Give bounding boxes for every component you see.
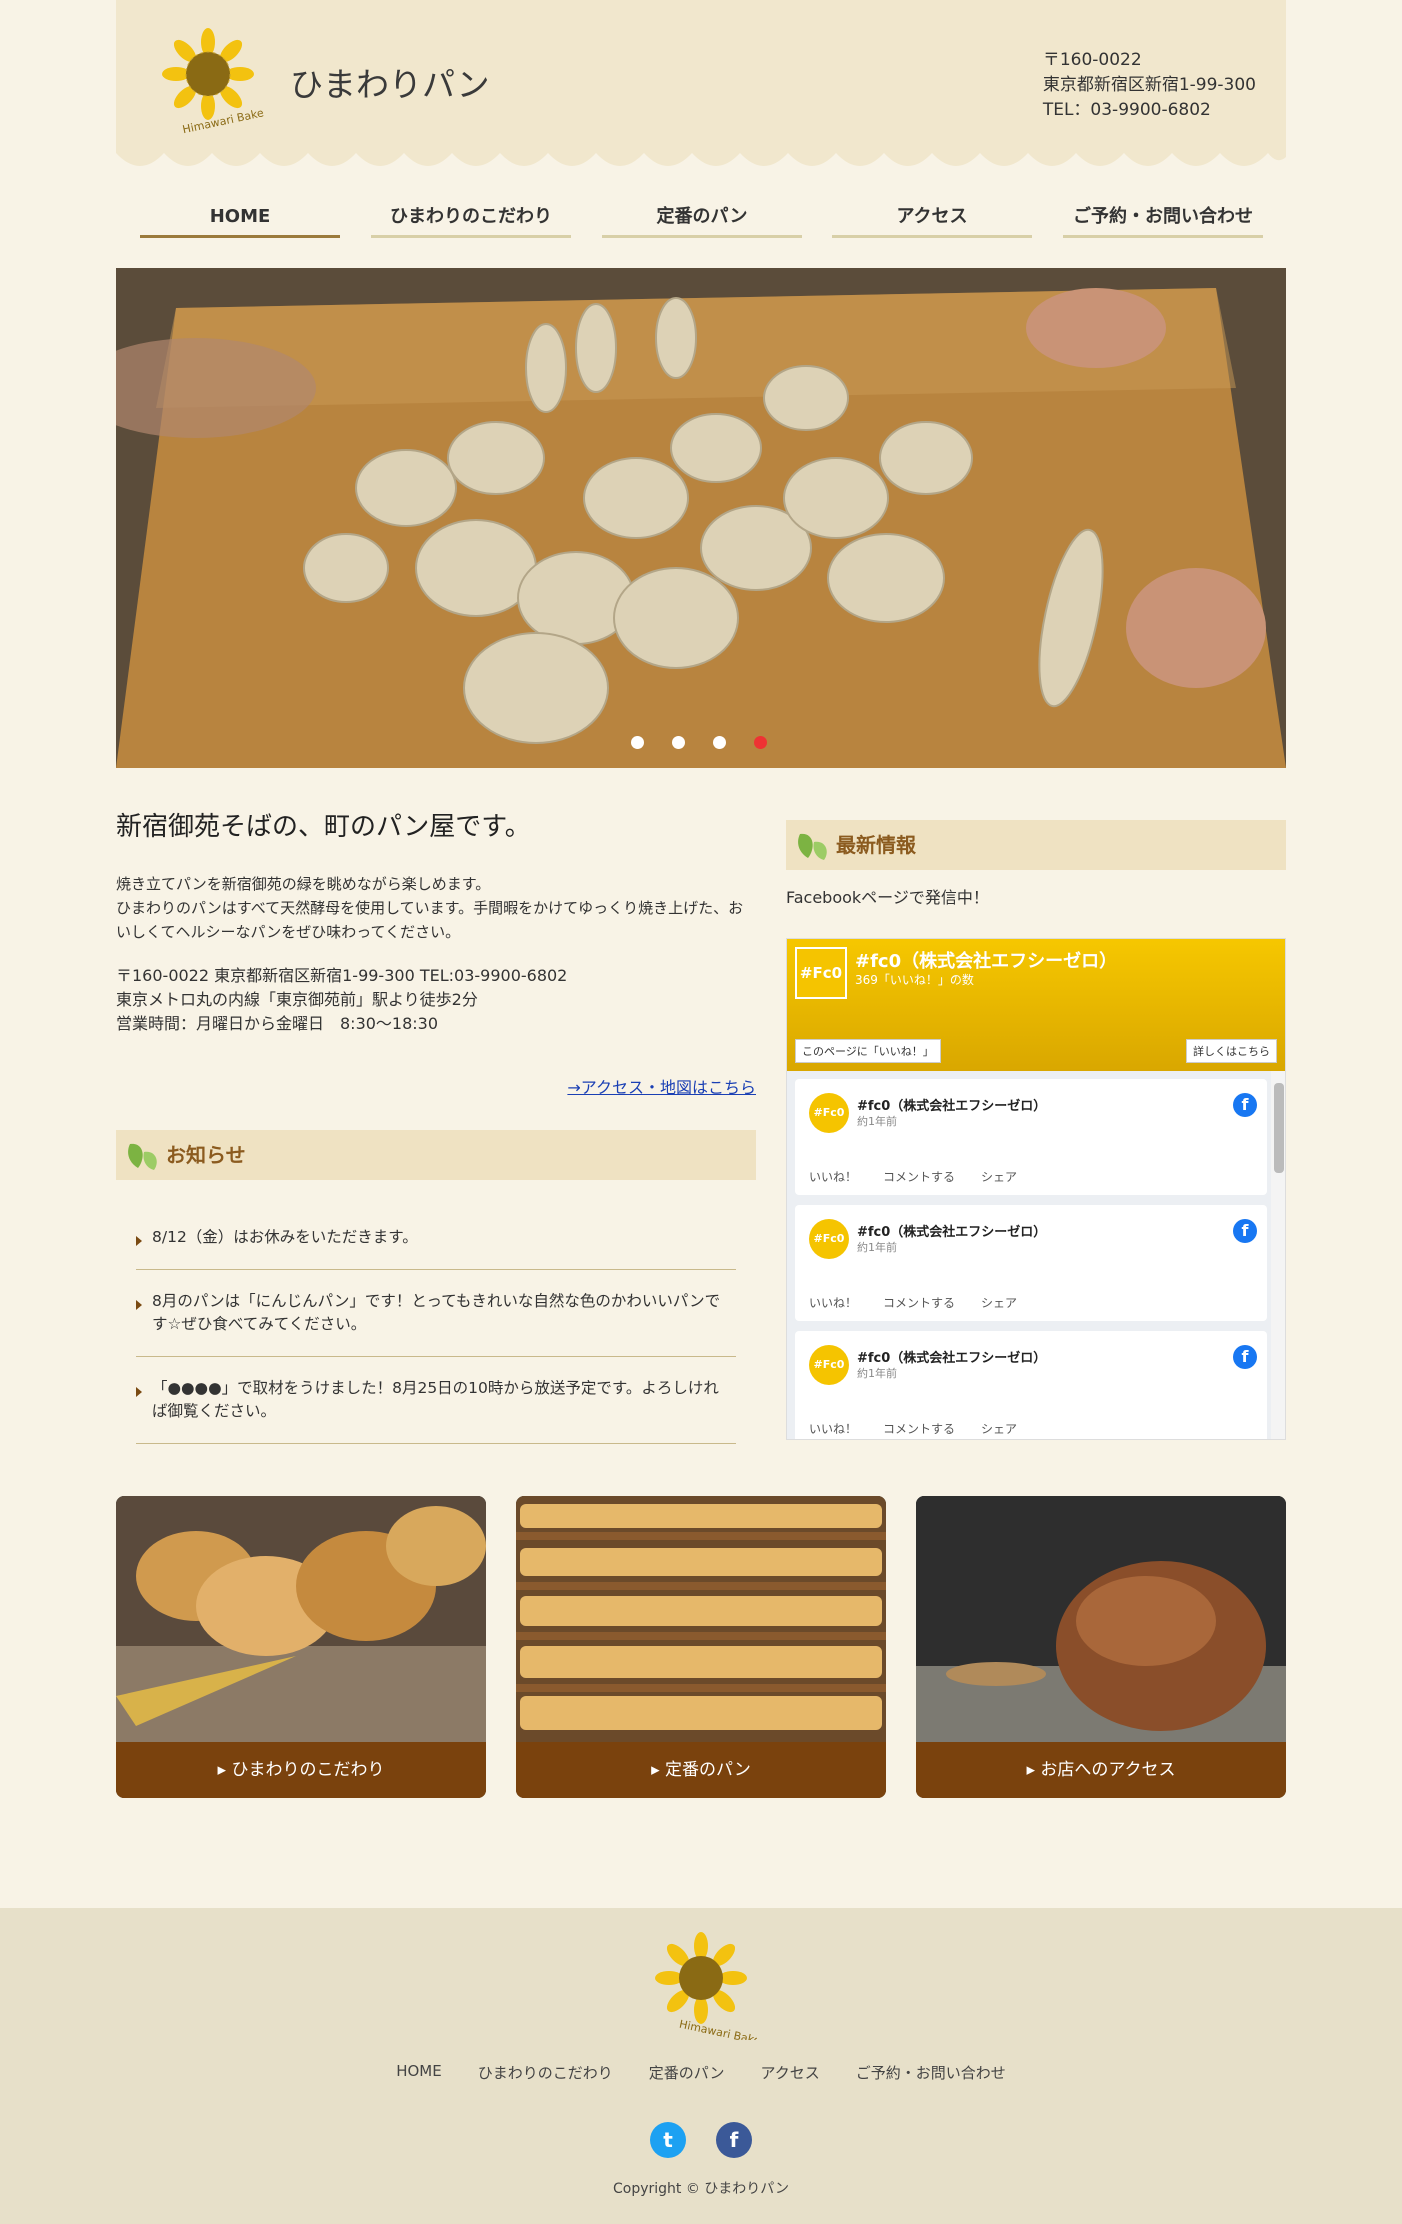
facebook-post-time[interactable]: 約1年前	[857, 1113, 897, 1129]
site-header: Himawari Bakery ひまわりパン 〒160-0022 東京都新宿区新…	[116, 0, 1286, 171]
comment-action[interactable]: コメントする	[883, 1294, 955, 1311]
copyright: Copyright © ひまわりパン	[612, 2181, 789, 2197]
leaf-icon	[128, 1143, 157, 1170]
leaf-icon	[798, 833, 827, 860]
comment-action[interactable]: コメントする	[883, 1168, 955, 1185]
news-item[interactable]: 「●●●●」で取材をうけました！8月25日の10時から放送予定です。よろしければ…	[136, 1357, 736, 1444]
site-footer: Himawari Bakery HOME ひまわりのこだわり 定番のパン アクセ…	[0, 1908, 1402, 2224]
facebook-post-avatar[interactable]: #Fc0	[809, 1219, 849, 1259]
facebook-post-name[interactable]: #fc0（株式会社エフシーゼロ）	[857, 1095, 1046, 1114]
facebook-posts[interactable]: #Fc0 #fc0（株式会社エフシーゼロ） 約1年前 f いいね！ コメントする…	[787, 1071, 1285, 1439]
header-scallop-edge	[116, 153, 1286, 171]
footer-nav-bread[interactable]: 定番のパン	[649, 2062, 725, 2083]
facebook-page-name[interactable]: #fc0（株式会社エフシーゼロ）	[855, 947, 1117, 973]
hero-image	[116, 268, 1286, 768]
card-label[interactable]: ▸ お店へのアクセス	[916, 1742, 1286, 1798]
facebook-icon[interactable]: f	[1233, 1219, 1257, 1243]
sunflower-logo[interactable]: Himawari Bakery	[645, 1928, 757, 2040]
share-action[interactable]: シェア	[981, 1420, 1017, 1437]
footer-nav: HOME ひまわりのこだわり 定番のパン アクセス ご予約・お問い合わせ	[0, 2062, 1402, 2083]
intro-heading: 新宿御苑そばの、町のパン屋です。	[116, 812, 531, 842]
share-action[interactable]: シェア	[981, 1294, 1017, 1311]
card-kodawari[interactable]: ▸ ひまわりのこだわり	[116, 1496, 486, 1798]
card-label[interactable]: ▸ ひまわりのこだわり	[116, 1742, 486, 1798]
facebook-like-button[interactable]: このページに「いいね！」	[795, 1039, 941, 1063]
news-item[interactable]: 8月のパンは「にんじんパン」です！とってもきれいな自然な色のかわいいパンです☆ぜ…	[136, 1270, 736, 1357]
nav-kodawari[interactable]: ひまわりのこだわり	[371, 196, 571, 238]
facebook-page-logo[interactable]: #Fc0	[795, 947, 847, 999]
slider-dot[interactable]	[672, 736, 685, 749]
like-action[interactable]: いいね！	[809, 1420, 857, 1437]
facebook-icon[interactable]: f	[716, 2122, 752, 2158]
facebook-scrollbar[interactable]	[1271, 1071, 1285, 1439]
card-bread[interactable]: ▸ 定番のパン	[516, 1496, 886, 1798]
nav-contact[interactable]: ご予約・お問い合わせ	[1063, 196, 1263, 238]
facebook-icon[interactable]: f	[1233, 1093, 1257, 1117]
slider-dots	[631, 736, 767, 749]
facebook-post-time[interactable]: 約1年前	[857, 1365, 897, 1381]
card-label[interactable]: ▸ 定番のパン	[516, 1742, 886, 1798]
slider-dot-active[interactable]	[754, 736, 767, 749]
card-access[interactable]: ▸ お店へのアクセス	[916, 1496, 1286, 1798]
facebook-post-name[interactable]: #fc0（株式会社エフシーゼロ）	[857, 1347, 1046, 1366]
facebook-more-button[interactable]: 詳しくはこちら	[1186, 1039, 1277, 1063]
footer-nav-contact[interactable]: ご予約・お問い合わせ	[856, 2062, 1006, 2083]
nav-access[interactable]: アクセス	[832, 196, 1032, 238]
footer-nav-home[interactable]: HOME	[396, 2062, 442, 2083]
facebook-note: Facebookページで発信中！	[786, 888, 989, 907]
logo-text: Himawari Bakery	[678, 2018, 757, 2040]
twitter-icon[interactable]: t	[650, 2122, 686, 2158]
main-nav: HOME ひまわりのこだわり 定番のパン アクセス ご予約・お問い合わせ	[116, 196, 1286, 242]
latest-heading-bar: 最新情報	[786, 820, 1286, 870]
facebook-widget[interactable]: #Fc0 #fc0（株式会社エフシーゼロ） 369「いいね！」の数 このページに…	[786, 938, 1286, 1440]
facebook-post-avatar[interactable]: #Fc0	[809, 1345, 849, 1385]
facebook-post-actions: いいね！ コメントする シェア	[809, 1168, 1017, 1185]
facebook-like-count: 369「いいね！」の数	[855, 973, 974, 987]
scrollbar-thumb[interactable]	[1274, 1083, 1284, 1173]
round-loaf-image	[916, 1496, 1286, 1742]
site-title[interactable]: ひまわりパン	[290, 58, 490, 106]
nav-home[interactable]: HOME	[140, 196, 340, 238]
like-action[interactable]: いいね！	[809, 1294, 857, 1311]
footer-nav-kodawari[interactable]: ひまわりのこだわり	[478, 2062, 613, 2083]
facebook-post-actions: いいね！ コメントする シェア	[809, 1420, 1017, 1437]
slider-dot[interactable]	[713, 736, 726, 749]
facebook-post-time[interactable]: 約1年前	[857, 1239, 897, 1255]
access-map-link[interactable]: →アクセス・地図はこちら	[116, 1074, 756, 1098]
facebook-cover: #Fc0 #fc0（株式会社エフシーゼロ） 369「いいね！」の数 このページに…	[787, 939, 1285, 1071]
news-list: 8/12（金）はお休みをいただきます。 8月のパンは「にんじんパン」です！とって…	[136, 1206, 736, 1444]
facebook-post-actions: いいね！ コメントする シェア	[809, 1294, 1017, 1311]
facebook-post-avatar[interactable]: #Fc0	[809, 1093, 849, 1133]
header-address: 〒160-0022 東京都新宿区新宿1-99-300 TEL：03-9900-6…	[1042, 50, 1256, 120]
braided-bread-image	[116, 1496, 486, 1742]
intro-text: 焼き立てパンを新宿御苑の緑を眺めながら楽しめます。 ひまわりのパンはすべて天然酵…	[116, 875, 744, 941]
bread-shelves-image	[516, 1496, 886, 1742]
slider-dot[interactable]	[631, 736, 644, 749]
latest-heading: 最新情報	[836, 833, 916, 857]
comment-action[interactable]: コメントする	[883, 1420, 955, 1437]
hero-slider[interactable]	[116, 268, 1286, 768]
facebook-post[interactable]: #Fc0 #fc0（株式会社エフシーゼロ） 約1年前 f いいね！ コメントする…	[795, 1079, 1267, 1195]
share-action[interactable]: シェア	[981, 1168, 1017, 1185]
facebook-icon[interactable]: f	[1233, 1345, 1257, 1369]
news-heading: お知らせ	[166, 1143, 246, 1167]
facebook-post[interactable]: #Fc0 #fc0（株式会社エフシーゼロ） 約1年前 f いいね！ コメントする…	[795, 1205, 1267, 1321]
facebook-post-name[interactable]: #fc0（株式会社エフシーゼロ）	[857, 1221, 1046, 1240]
news-item[interactable]: 8/12（金）はお休みをいただきます。	[136, 1206, 736, 1270]
facebook-post[interactable]: #Fc0 #fc0（株式会社エフシーゼロ） 約1年前 f いいね！ コメントする…	[795, 1331, 1267, 1439]
footer-nav-access[interactable]: アクセス	[761, 2062, 820, 2083]
like-action[interactable]: いいね！	[809, 1168, 857, 1185]
sunflower-logo[interactable]: Himawari Bakery	[152, 24, 264, 136]
nav-bread[interactable]: 定番のパン	[602, 196, 802, 238]
logo-text: Himawari Bakery	[181, 104, 264, 136]
access-info: 〒160-0022 東京都新宿区新宿1-99-300 TEL:03-9900-6…	[116, 966, 568, 1033]
news-heading-bar: お知らせ	[116, 1130, 756, 1180]
